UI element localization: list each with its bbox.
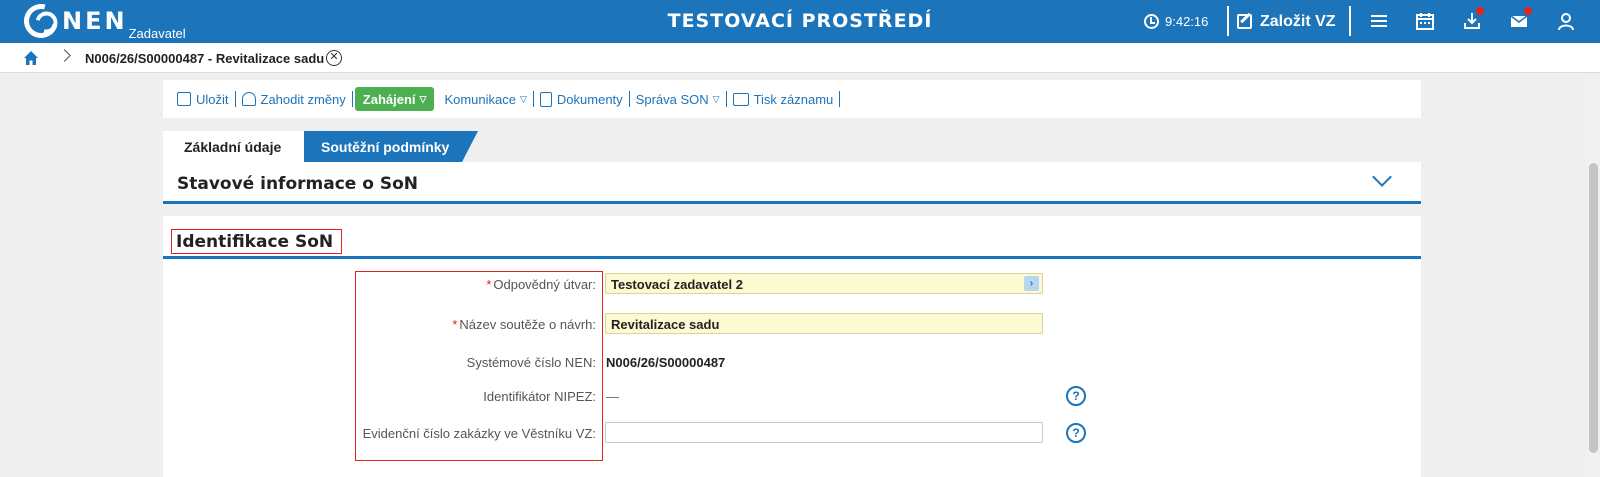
nipez-label: Identifikátor NIPEZ: (483, 388, 596, 404)
breadcrumb: N006/26/S00000487 - Revitalizace sadu ✕ (0, 43, 1600, 73)
session-clock: 9:42:16 (1144, 0, 1208, 43)
logo[interactable]: NEN Zadavatel (17, 0, 186, 45)
printer-icon (732, 92, 749, 106)
scrollbar-thumb[interactable] (1589, 163, 1598, 453)
documents-button[interactable]: Dokumenty (534, 89, 629, 109)
communication-label: Komunikace (444, 91, 516, 107)
save-label: Uložit (196, 91, 229, 107)
start-dropdown-button[interactable]: Zahájení ▽ (354, 87, 435, 111)
notification-dot (1476, 7, 1484, 15)
logo-icon (17, 0, 65, 45)
field-row-name: * Název soutěže o návrh: Revitalizace sad… (356, 313, 1256, 335)
action-toolbar: Uložit Zahodit změny Zahájení ▽ Komunika… (163, 80, 1421, 118)
divider (351, 91, 353, 107)
top-bar: NEN Zadavatel TESTOVACÍ PROSTŘEDÍ 9:42:1… (0, 0, 1600, 45)
close-icon[interactable]: ✕ (326, 50, 342, 66)
identification-panel: Identifikace SoN * Odpovědný útvar: Testo… (163, 216, 1421, 477)
save-button[interactable]: Uložit (171, 89, 235, 109)
clipboard-icon (539, 91, 552, 107)
breadcrumb-current[interactable]: N006/26/S00000487 - Revitalizace sadu (85, 51, 324, 66)
tab-competition-conditions[interactable]: Soutěžní podmínky (304, 131, 478, 162)
status-panel-title: Stavové informace o SoN (177, 174, 418, 194)
field-row-evid: Evidenční číslo zakázky ve Věstníku VZ: … (356, 422, 1256, 444)
divider (839, 91, 841, 107)
name-label-text: Název soutěže o návrh: (459, 316, 596, 332)
divider (1227, 6, 1229, 36)
manage-son-dropdown[interactable]: Správa SON ▽ (630, 89, 726, 109)
chevron-right-icon[interactable]: › (1024, 276, 1039, 291)
edit-icon (1237, 14, 1252, 29)
caret-down-icon: ▽ (712, 93, 720, 104)
field-row-sysnum: Systémové číslo NEN: N006/26/S00000487 (356, 351, 1256, 373)
home-icon[interactable] (23, 50, 39, 66)
nipez-value: — (606, 388, 619, 404)
help-icon[interactable]: ? (1066, 386, 1086, 406)
manage-label: Správa SON (635, 91, 709, 107)
discard-button[interactable]: Zahodit změny (236, 89, 352, 109)
identification-panel-header: Identifikace SoN (163, 216, 1421, 259)
name-label: * Název soutěže o návrh: (356, 317, 600, 332)
help-icon[interactable]: ? (1066, 423, 1086, 443)
calendar-icon[interactable] (1415, 11, 1437, 33)
caret-down-icon: ▽ (419, 93, 427, 104)
logo-subtitle: Zadavatel (128, 26, 186, 41)
field-row-unit: * Odpovědný útvar: Testovací zadavatel 2 … (356, 273, 1256, 295)
required-marker: * (486, 276, 492, 292)
mail-icon[interactable] (1509, 7, 1532, 33)
print-label: Tisk záznamu (753, 91, 834, 107)
caret-down-icon: ▽ (520, 93, 527, 104)
undo-icon (241, 92, 256, 106)
identification-panel-title: Identifikace SoN (171, 229, 343, 254)
save-icon (177, 92, 191, 106)
status-panel: Stavové informace o SoN (163, 162, 1421, 204)
create-vz-label: Založit VZ (1260, 12, 1336, 30)
chevron-down-icon[interactable] (1372, 167, 1392, 187)
unit-field[interactable]: Testovací zadavatel 2 › (605, 273, 1043, 294)
name-field[interactable]: Revitalizace sadu (605, 313, 1043, 334)
required-marker: * (452, 316, 458, 332)
unit-value: Testovací zadavatel 2 (611, 277, 743, 292)
logo-text: NEN (62, 7, 128, 35)
divider (1349, 6, 1351, 36)
communication-dropdown[interactable]: Komunikace ▽ (438, 89, 532, 109)
unit-label-text: Odpovědný útvar: (493, 276, 596, 292)
notification-dot (1524, 7, 1532, 15)
clock-icon (1144, 14, 1159, 29)
print-button[interactable]: Tisk záznamu (727, 89, 840, 109)
clock-time: 9:42:16 (1165, 14, 1209, 29)
environment-title: TESTOVACÍ PROSTŘEDÍ (667, 10, 933, 32)
evid-label: Evidenční číslo zakázky ve Věstníku VZ: (362, 425, 596, 441)
tab-basic-info[interactable]: Základní údaje (163, 131, 320, 162)
sysnum-label: Systémové číslo NEN: (466, 354, 596, 370)
user-icon[interactable] (1556, 11, 1578, 33)
sysnum-value: N006/26/S00000487 (606, 354, 726, 370)
download-icon[interactable] (1462, 7, 1484, 33)
menu-icon[interactable] (1368, 12, 1390, 34)
documents-label: Dokumenty (556, 91, 623, 107)
discard-label: Zahodit změny (260, 91, 346, 107)
create-vz-button[interactable]: Založit VZ (1237, 0, 1336, 43)
evid-field[interactable] (605, 422, 1043, 443)
unit-label: * Odpovědný útvar: (356, 277, 600, 292)
field-row-nipez: Identifikátor NIPEZ: — ? (356, 385, 1256, 407)
start-label: Zahájení (362, 91, 416, 107)
chevron-right-icon (58, 49, 71, 62)
